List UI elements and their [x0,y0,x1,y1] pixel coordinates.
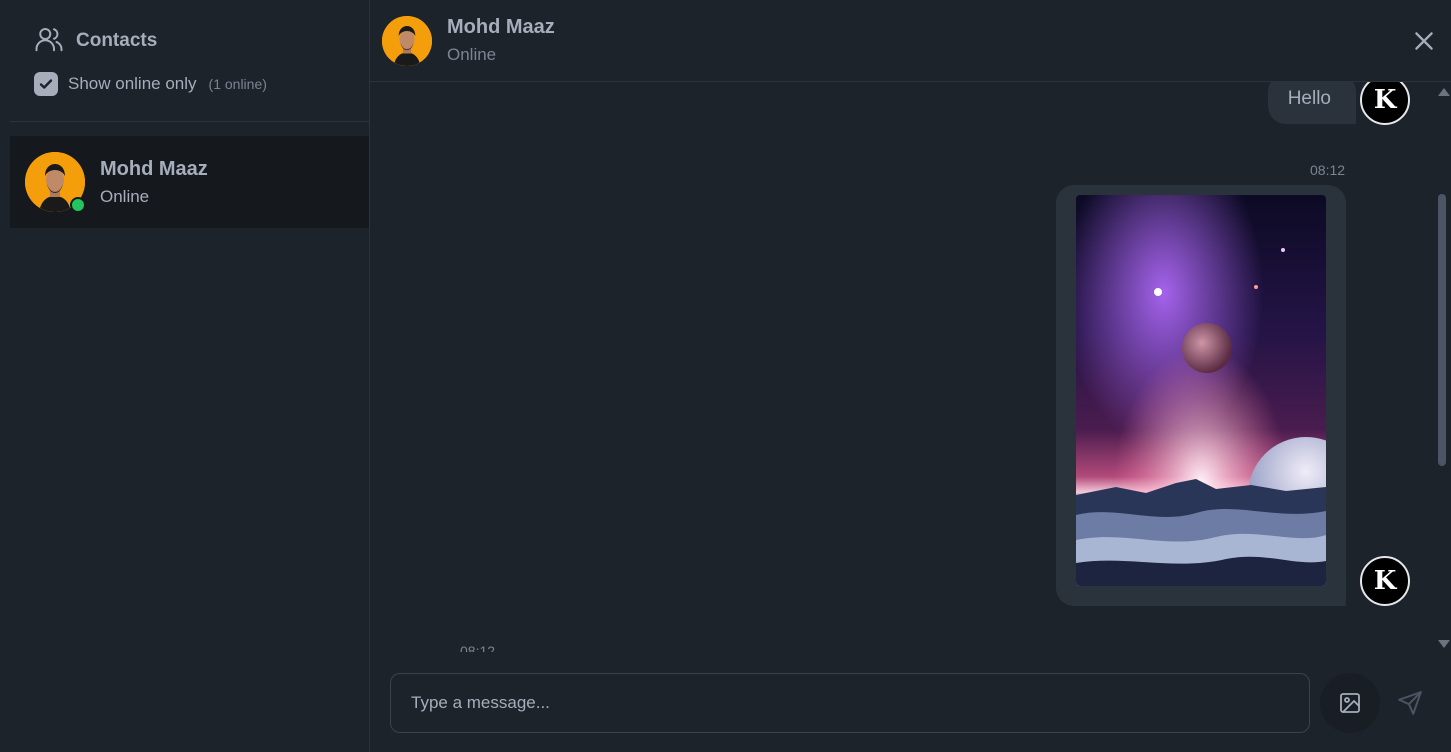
avatar-letter: K [1373,85,1397,115]
message-bubble: Hello [1267,82,1356,124]
message-input[interactable] [390,673,1310,733]
online-only-checkbox[interactable] [34,72,58,96]
person-avatar-icon [382,15,432,66]
avatar-letter: K [1373,566,1397,596]
online-count: (1 online) [208,76,267,92]
image-message-bubble [1056,185,1346,606]
message-timestamp: 08:12 [460,643,496,652]
message-scrollbar[interactable] [1435,82,1451,652]
scroll-up-arrow-icon[interactable] [1438,88,1450,96]
message-timestamp: 08:12 [1310,162,1346,178]
scroll-down-arrow-icon[interactable] [1438,640,1450,648]
message-text: Hello [1287,88,1331,109]
close-icon [1415,32,1433,50]
space-photo [1076,195,1326,586]
online-filter-label: Show online only [68,74,197,93]
sender-avatar: K [1360,556,1410,606]
composer [390,673,1431,733]
chat-app: Contacts Show online only (1 online) Moh… [0,0,1451,752]
sidebar-header: Contacts Show online only (1 online) [10,0,369,122]
online-status-dot [70,197,86,213]
contact-item[interactable]: Mohd Maaz Online [10,136,369,228]
message-list[interactable]: Hello K 08:12 K 08:12 [370,82,1451,652]
chat-header-avatar [382,15,432,66]
contact-name: Mohd Maaz [100,157,208,180]
check-icon [39,79,53,89]
sidebar: Contacts Show online only (1 online) Moh… [10,0,370,752]
users-icon [34,24,64,59]
chat-header: Mohd Maaz Online [370,0,1451,82]
shared-image[interactable] [1076,195,1326,586]
send-button[interactable] [1380,673,1440,733]
sidebar-title: Contacts [76,30,158,51]
contact-avatar-wrap [25,152,86,213]
chat-panel: Mohd Maaz Online Hello K 08:12 K 08:12 T… [370,0,1451,752]
chat-header-info: Mohd Maaz Online [447,16,555,65]
image-icon [1340,693,1360,713]
contact-status: Online [100,186,150,206]
send-icon [1398,691,1422,715]
sidebar-title-row: Contacts [34,24,369,58]
sender-avatar: K [1360,82,1410,125]
chat-header-name: Mohd Maaz [447,16,555,38]
chat-header-status: Online [447,45,497,64]
close-button[interactable] [1411,28,1437,54]
scrollbar-thumb[interactable] [1438,194,1446,466]
left-edge [0,0,10,752]
attach-image-button[interactable] [1320,673,1380,733]
contact-info: Mohd Maaz Online [100,158,208,207]
online-filter[interactable]: Show online only (1 online) [34,72,369,96]
